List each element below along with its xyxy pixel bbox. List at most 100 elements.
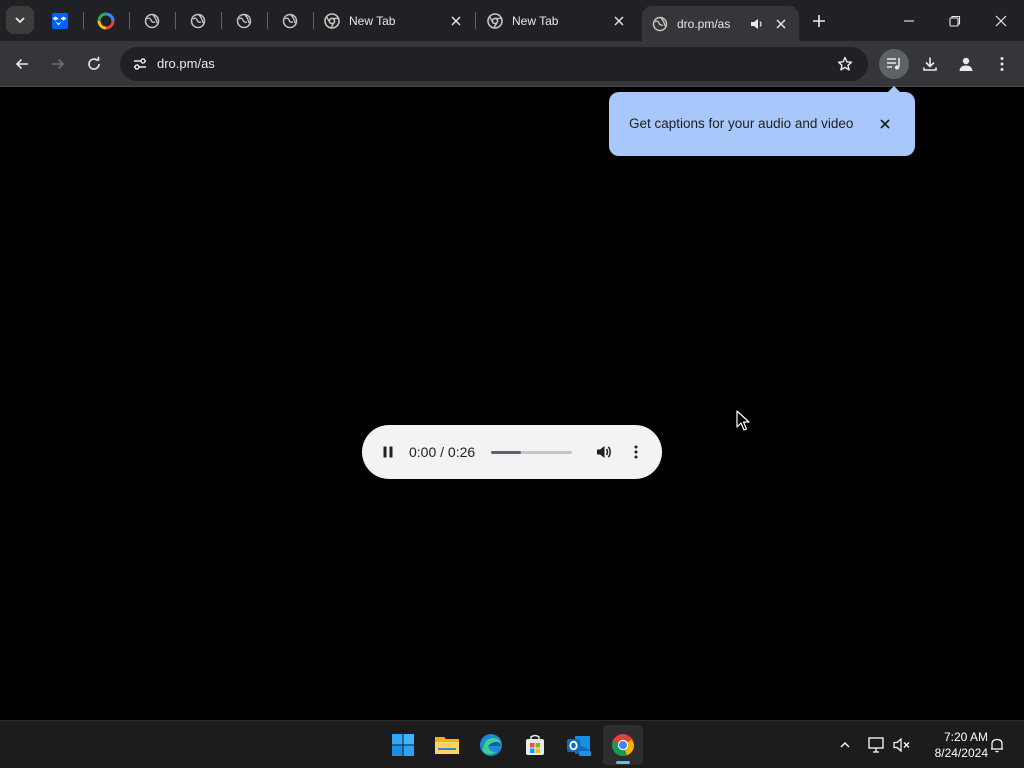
pause-icon xyxy=(383,446,393,458)
tab-close-button[interactable] xyxy=(773,16,789,32)
caption-bubble-close-button[interactable] xyxy=(877,116,893,132)
caption-promo-bubble: Get captions for your audio and video xyxy=(609,92,915,156)
media-queue-icon xyxy=(887,58,900,70)
pinned-tab-2[interactable] xyxy=(175,0,221,41)
profile-button[interactable] xyxy=(951,49,981,79)
time-display: 0:00 / 0:26 xyxy=(409,444,476,460)
show-hidden-icons-button[interactable] xyxy=(833,733,857,757)
forward-button[interactable] xyxy=(43,49,73,79)
close-icon xyxy=(880,119,890,129)
tab-new-tab-2[interactable]: New Tab xyxy=(477,0,637,41)
chrome-menu-button[interactable] xyxy=(987,49,1017,79)
pinned-tab-3[interactable] xyxy=(221,0,267,41)
pause-button[interactable] xyxy=(376,440,400,464)
edge-icon xyxy=(480,734,502,756)
chrome-icon xyxy=(324,12,340,29)
tune-icon xyxy=(134,58,146,70)
tab-title: New Tab xyxy=(349,13,396,28)
volume-button[interactable] xyxy=(592,440,616,464)
restore-button[interactable] xyxy=(932,0,978,41)
downloads-button[interactable] xyxy=(915,49,945,79)
close-icon xyxy=(776,19,786,28)
dropbox-icon xyxy=(52,12,68,29)
url-text[interactable]: dro.pm/as xyxy=(157,56,215,71)
volume-muted-icon xyxy=(893,737,910,753)
more-options-button[interactable] xyxy=(624,440,648,464)
restore-icon xyxy=(949,15,961,27)
tab-close-button[interactable] xyxy=(611,13,627,29)
minimize-icon xyxy=(904,19,914,22)
arrow-left-icon xyxy=(15,58,28,70)
pinned-tab-4[interactable] xyxy=(267,0,313,41)
close-icon xyxy=(995,15,1007,26)
close-icon xyxy=(451,16,461,25)
more-vert-icon xyxy=(634,445,638,459)
pinned-tab-google-photos[interactable] xyxy=(83,0,129,41)
taskbar-clock[interactable]: 7:20 AM 8/24/2024 xyxy=(918,729,988,761)
speaker-icon xyxy=(751,18,762,29)
mouse-pointer-icon xyxy=(736,410,750,431)
seek-progress xyxy=(491,451,521,454)
close-window-button[interactable] xyxy=(978,0,1024,41)
arrow-right-icon xyxy=(52,58,65,70)
back-button[interactable] xyxy=(7,49,37,79)
file-explorer-icon xyxy=(435,737,459,754)
pinned-tab-1[interactable] xyxy=(129,0,175,41)
notifications-button[interactable] xyxy=(985,733,1009,757)
google-photos-icon xyxy=(97,12,115,29)
tab-audio-indicator[interactable] xyxy=(749,16,765,32)
windows-taskbar: 7:20 AM 8/24/2024 xyxy=(0,720,1024,768)
globe-icon xyxy=(282,13,298,28)
taskbar-store[interactable] xyxy=(515,725,555,765)
network-button[interactable] xyxy=(864,733,888,757)
taskbar-outlook[interactable] xyxy=(559,725,599,765)
pinned-tab-dropbox[interactable] xyxy=(37,0,83,41)
chrome-icon xyxy=(487,12,503,29)
start-button[interactable] xyxy=(383,725,423,765)
seek-slider[interactable] xyxy=(491,451,572,454)
store-icon xyxy=(526,734,544,755)
taskbar-edge[interactable] xyxy=(471,725,511,765)
globe-icon xyxy=(652,16,668,31)
taskbar-file-explorer[interactable] xyxy=(427,725,467,765)
download-icon xyxy=(923,57,937,71)
close-icon xyxy=(614,16,624,25)
minimize-button[interactable] xyxy=(886,0,932,41)
browser-toolbar: dro.pm/as xyxy=(0,41,1024,87)
running-indicator xyxy=(616,761,630,764)
tab-active-dro-pm[interactable]: dro.pm/as xyxy=(642,6,799,41)
plus-icon xyxy=(813,15,825,27)
site-info-button[interactable] xyxy=(128,52,152,76)
outlook-icon xyxy=(567,736,591,756)
page-content: 0:00 / 0:26 xyxy=(0,87,1024,720)
globe-icon xyxy=(144,13,160,28)
media-controls-button[interactable] xyxy=(879,49,909,79)
more-vert-icon xyxy=(1000,57,1004,71)
bookmark-button[interactable] xyxy=(834,53,856,75)
new-tab-button[interactable] xyxy=(806,8,832,34)
tab-search-button[interactable] xyxy=(6,6,34,34)
reload-icon xyxy=(88,56,100,70)
tab-title: dro.pm/as xyxy=(677,16,731,31)
bell-icon xyxy=(991,738,1003,753)
chevron-down-icon xyxy=(15,17,25,24)
tab-title: New Tab xyxy=(512,13,559,28)
profile-icon xyxy=(959,57,973,71)
clock-time: 7:20 AM xyxy=(943,730,988,744)
chevron-up-icon xyxy=(840,742,850,748)
reload-button[interactable] xyxy=(79,49,109,79)
tab-new-tab-1[interactable]: New Tab xyxy=(314,0,474,41)
volume-icon xyxy=(597,446,611,458)
globe-icon xyxy=(236,13,252,28)
star-icon xyxy=(837,56,853,71)
clock-date: 8/24/2024 xyxy=(934,746,988,760)
address-bar[interactable]: dro.pm/as xyxy=(120,47,868,81)
taskbar-chrome[interactable] xyxy=(603,725,643,765)
caption-promo-text: Get captions for your audio and video xyxy=(629,116,854,131)
screen: New Tab New Tab dro.pm/as dro.pm/as 0:00… xyxy=(0,0,1024,768)
chrome-icon xyxy=(612,734,635,757)
globe-icon xyxy=(190,13,206,28)
tab-close-button[interactable] xyxy=(448,13,464,29)
audio-player: 0:00 / 0:26 xyxy=(362,425,662,479)
volume-tray-button[interactable] xyxy=(890,733,914,757)
